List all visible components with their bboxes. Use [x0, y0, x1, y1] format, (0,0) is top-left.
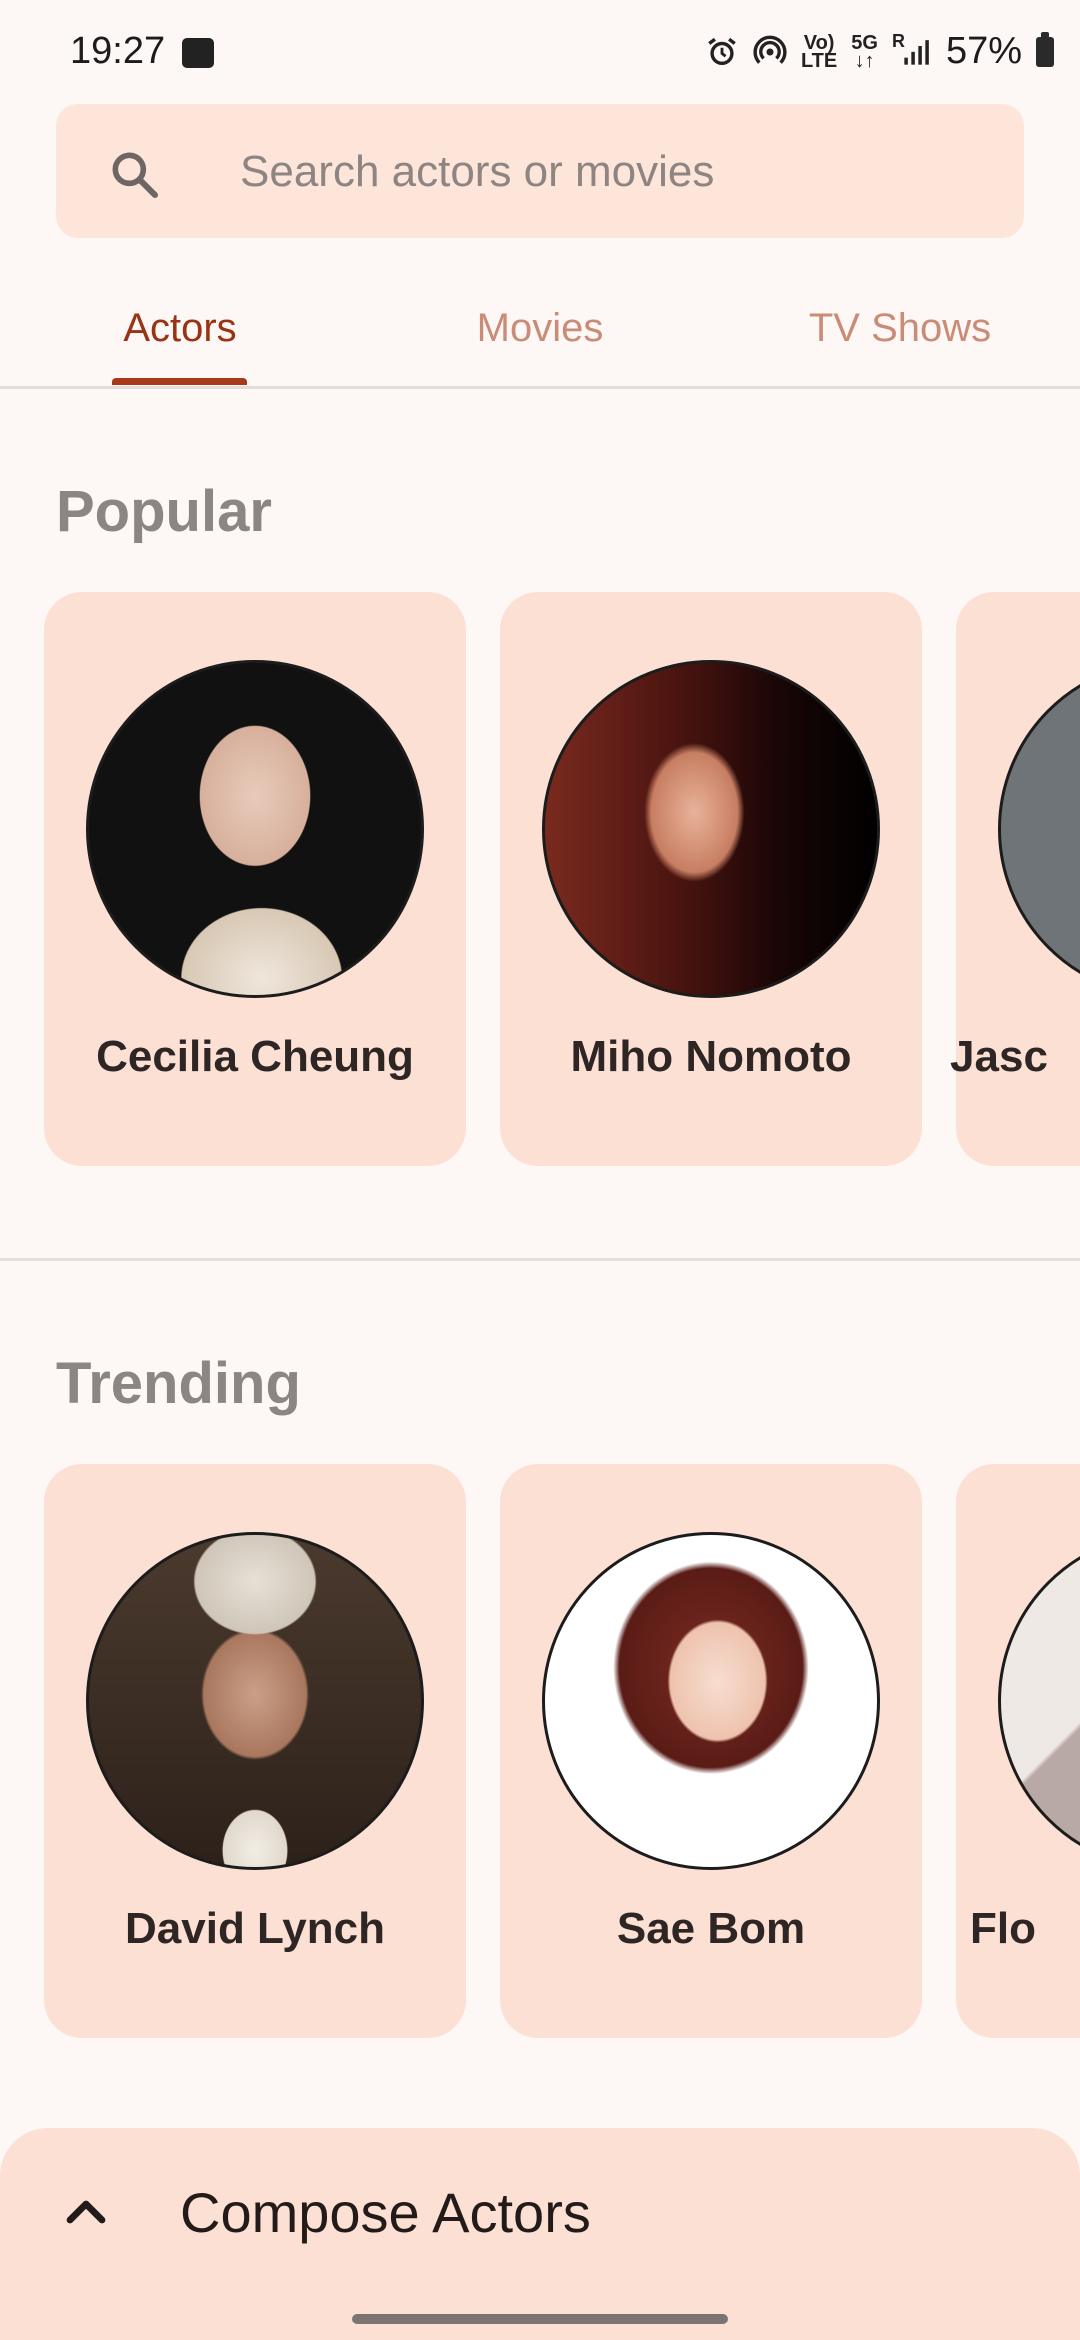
- search-icon: [112, 152, 159, 199]
- actor-avatar: [998, 1532, 1080, 1870]
- volte-icon: Vo) LTE: [800, 31, 838, 72]
- actor-card[interactable]: Jasc: [950, 592, 1080, 1166]
- bottom-sheet[interactable]: Compose Actors: [0, 2128, 1080, 2340]
- actor-avatar: [542, 660, 880, 998]
- gallery-notification-icon: [182, 38, 214, 68]
- actor-name: David Lynch: [125, 1904, 385, 1953]
- battery-icon: [1036, 31, 1054, 67]
- actor-card[interactable]: Cecilia Cheung: [44, 592, 466, 1166]
- status-time: 19:27: [70, 30, 166, 72]
- tab-tv-shows[interactable]: TV Shows: [760, 270, 1040, 386]
- bottom-sheet-title: Compose Actors: [180, 2181, 591, 2244]
- status-bar: 19:27 Vo) LTE 5G ↓↑ R 57%: [0, 0, 1080, 104]
- search-input[interactable]: [238, 104, 1002, 240]
- data-arrows-icon: ↓↑: [854, 49, 875, 72]
- chevron-up-icon[interactable]: [62, 2190, 110, 2230]
- tab-actors[interactable]: Actors: [40, 270, 320, 386]
- actor-card[interactable]: David Lynch: [44, 1464, 466, 2038]
- section-divider: [0, 1258, 1080, 1261]
- actor-avatar: [86, 1532, 424, 1870]
- actor-avatar: [86, 660, 424, 998]
- signal-icon: R: [892, 31, 932, 69]
- tab-movies-label: Movies: [476, 305, 604, 350]
- 5g-label: 5G: [851, 31, 878, 54]
- section-title-trending: Trending: [56, 1351, 301, 1416]
- actor-avatar: [542, 1532, 880, 1870]
- status-icons: Vo) LTE 5G ↓↑ R 57%: [705, 30, 1054, 73]
- trending-row[interactable]: David Lynch Sae Bom Flo: [44, 1464, 1080, 2038]
- actor-card[interactable]: Flo: [956, 1464, 1080, 2038]
- 5g-icon: 5G ↓↑: [851, 31, 878, 72]
- tab-bar: Actors Movies TV Shows: [0, 270, 1080, 389]
- actor-name: Flo: [970, 1904, 1036, 1953]
- search-bar[interactable]: [56, 104, 1024, 240]
- volte-top-label: Vo): [803, 31, 835, 54]
- actor-avatar: [998, 660, 1080, 998]
- actor-name: Jasc: [950, 1032, 1048, 1081]
- battery-percent: 57%: [945, 30, 1022, 72]
- tab-movies[interactable]: Movies: [400, 270, 680, 386]
- section-title-popular: Popular: [56, 479, 272, 544]
- volte-bottom-label: LTE: [800, 49, 838, 72]
- actor-name: Cecilia Cheung: [96, 1032, 414, 1081]
- alarm-icon: [708, 37, 736, 65]
- tab-tv-shows-label: TV Shows: [808, 305, 992, 350]
- home-indicator[interactable]: [352, 2314, 728, 2324]
- tab-indicator: [112, 378, 247, 385]
- signal-bars-icon: [904, 39, 929, 65]
- hotspot-icon: [753, 35, 787, 64]
- popular-row[interactable]: Cecilia Cheung Miho Nomoto Jasc: [44, 592, 1080, 1166]
- tab-actors-label: Actors: [123, 305, 237, 350]
